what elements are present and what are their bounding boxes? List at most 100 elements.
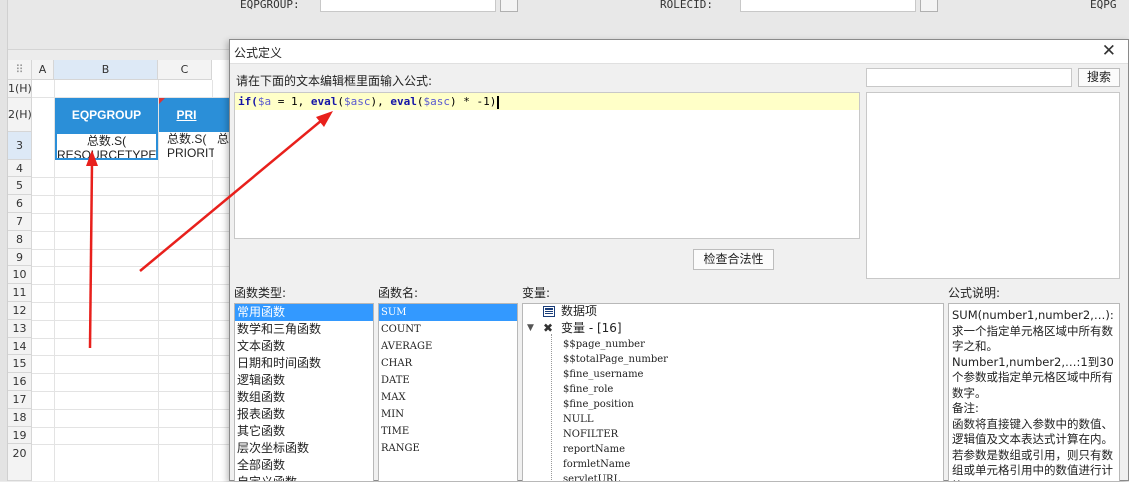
list-item[interactable]: 层次坐标函数	[235, 440, 373, 457]
list-item[interactable]: 逻辑函数	[235, 372, 373, 389]
list-item[interactable]: AVERAGE	[379, 338, 517, 355]
close-icon[interactable]: ✕	[1102, 42, 1116, 60]
row-header[interactable]: 13	[8, 320, 32, 338]
eqpgroup-input[interactable]	[320, 0, 496, 12]
expand-chevron-icon[interactable]: ▼	[527, 321, 534, 336]
list-item[interactable]: 数学和三角函数	[235, 321, 373, 338]
formula-editor[interactable]: if($a = 1, eval($asc), eval($asc) * -1)	[234, 92, 860, 239]
list-item[interactable]: SUM	[379, 304, 517, 321]
tree-item-variable[interactable]: $fine_position	[563, 397, 634, 412]
row-header[interactable]: 17	[8, 391, 32, 409]
function-description: SUM(number1,number2,…):求一个指定单元格区域中所有数字之和…	[948, 303, 1120, 482]
row-header[interactable]: 20	[8, 444, 32, 481]
grid-line	[32, 177, 262, 178]
list-item[interactable]: MIN	[379, 406, 517, 423]
function-search-input[interactable]	[866, 68, 1072, 87]
row-header[interactable]: 2(H)	[8, 98, 32, 132]
grid-line	[32, 373, 262, 374]
list-item[interactable]: 其它函数	[235, 423, 373, 440]
rolecid-label: ROLECID:	[660, 0, 713, 11]
grid-line	[32, 266, 262, 267]
row-header[interactable]: 10	[8, 266, 32, 284]
row-header[interactable]: 16	[8, 373, 32, 391]
tree-item-variable-group[interactable]: 变量 - [16]	[561, 321, 622, 336]
tree-connector	[551, 334, 552, 481]
dialog-titlebar[interactable]: 公式定义 ✕	[230, 40, 1128, 64]
row-header[interactable]: 5	[8, 177, 32, 195]
row-header[interactable]: 4	[8, 160, 32, 177]
row-header[interactable]: 19	[8, 427, 32, 444]
rolecid-picker-button[interactable]	[920, 0, 938, 12]
eqpgroup-picker-button[interactable]	[500, 0, 518, 12]
cell-marker-icon	[159, 98, 165, 104]
column-header-c[interactable]: C	[158, 60, 212, 80]
variables-label: 变量:	[522, 286, 551, 300]
list-item[interactable]: COUNT	[379, 321, 517, 338]
left-splitter[interactable]	[0, 0, 8, 481]
formula-eval: eval	[310, 95, 338, 108]
header-cell-pri[interactable]: PRI	[159, 98, 214, 132]
search-button[interactable]: 搜索	[1078, 68, 1120, 87]
dataset-icon	[543, 306, 555, 321]
tree-item-variable[interactable]: formletName	[563, 457, 630, 472]
cell-c3[interactable]: 总数.S( PRIORIT	[161, 132, 214, 160]
list-item[interactable]: 报表函数	[235, 406, 373, 423]
tree-item-variable[interactable]: $fine_username	[563, 367, 643, 382]
grid-line	[32, 338, 262, 339]
formula-var-a: $a	[257, 95, 272, 108]
row-header[interactable]: 1(H)	[8, 80, 32, 98]
description-label: 公式说明:	[948, 286, 1001, 300]
function-names-list[interactable]: SUM COUNT AVERAGE CHAR DATE MAX MIN TIME…	[378, 303, 518, 482]
list-item[interactable]: 常用函数	[235, 304, 373, 321]
row-header[interactable]: 18	[8, 409, 32, 427]
grid-line	[32, 284, 262, 285]
list-item[interactable]: MAX	[379, 389, 517, 406]
variables-tree[interactable]: 数据项 ▼ ✖ 变量 - [16] $$page_number $$totalP…	[522, 303, 944, 482]
row-header[interactable]: 8	[8, 231, 32, 249]
search-results-panel[interactable]	[866, 92, 1120, 279]
formula-part: (	[337, 95, 344, 108]
tree-item-variable[interactable]: NOFILTER	[563, 427, 618, 442]
select-all-corner[interactable]: ⠿	[8, 60, 32, 80]
check-validity-button[interactable]: 检查合法性	[693, 249, 774, 270]
cell-d3[interactable]: 总	[217, 132, 229, 160]
list-item[interactable]: TIME	[379, 423, 517, 440]
row-header[interactable]: 9	[8, 249, 32, 266]
formula-var-asc: $asc	[423, 95, 451, 108]
tree-item-dataset[interactable]: 数据项	[561, 304, 597, 319]
column-header-a[interactable]: A	[32, 60, 54, 80]
selected-cell-b3[interactable]: 总数.S( RESOURCETYPE)	[55, 132, 158, 160]
tree-item-variable[interactable]: $fine_role	[563, 382, 613, 397]
column-header-b[interactable]: B	[54, 60, 158, 80]
row-header[interactable]: 14	[8, 338, 32, 355]
list-item[interactable]: DATE	[379, 372, 517, 389]
function-types-list[interactable]: 常用函数 数学和三角函数 文本函数 日期和时间函数 逻辑函数 数组函数 报表函数…	[234, 303, 374, 482]
row-header[interactable]: 6	[8, 195, 32, 213]
tree-item-variable[interactable]: $$totalPage_number	[563, 352, 668, 367]
header-cell-eqpgroup[interactable]: EQPGROUP	[55, 98, 158, 132]
grid-line	[32, 249, 262, 250]
formula-part: (	[416, 95, 424, 108]
tree-item-variable[interactable]: NULL	[563, 412, 593, 427]
rolecid-input[interactable]	[740, 0, 916, 12]
list-item[interactable]: RANGE	[379, 440, 517, 457]
grid-line	[32, 320, 262, 321]
description-text: SUM(number1,number2,…):求一个指定单元格区域中所有数字之和…	[952, 308, 1114, 481]
grid-line	[32, 427, 262, 428]
list-item[interactable]: 日期和时间函数	[235, 355, 373, 372]
eqpg-label: EQPG	[1090, 0, 1117, 11]
list-item[interactable]: 数组函数	[235, 389, 373, 406]
grid-line	[32, 409, 262, 410]
row-header[interactable]: 12	[8, 302, 32, 320]
list-item[interactable]: 文本函数	[235, 338, 373, 355]
row-header[interactable]: 3	[8, 132, 32, 160]
list-item[interactable]: CHAR	[379, 355, 517, 372]
row-header[interactable]: 15	[8, 355, 32, 373]
list-item[interactable]: 全部函数	[235, 457, 373, 474]
row-header[interactable]: 11	[8, 284, 32, 302]
grid-line	[32, 195, 262, 196]
tree-item-variable[interactable]: reportName	[563, 442, 625, 457]
row-header[interactable]: 7	[8, 213, 32, 231]
tree-item-variable[interactable]: $$page_number	[563, 337, 645, 352]
grid-line	[158, 80, 159, 481]
